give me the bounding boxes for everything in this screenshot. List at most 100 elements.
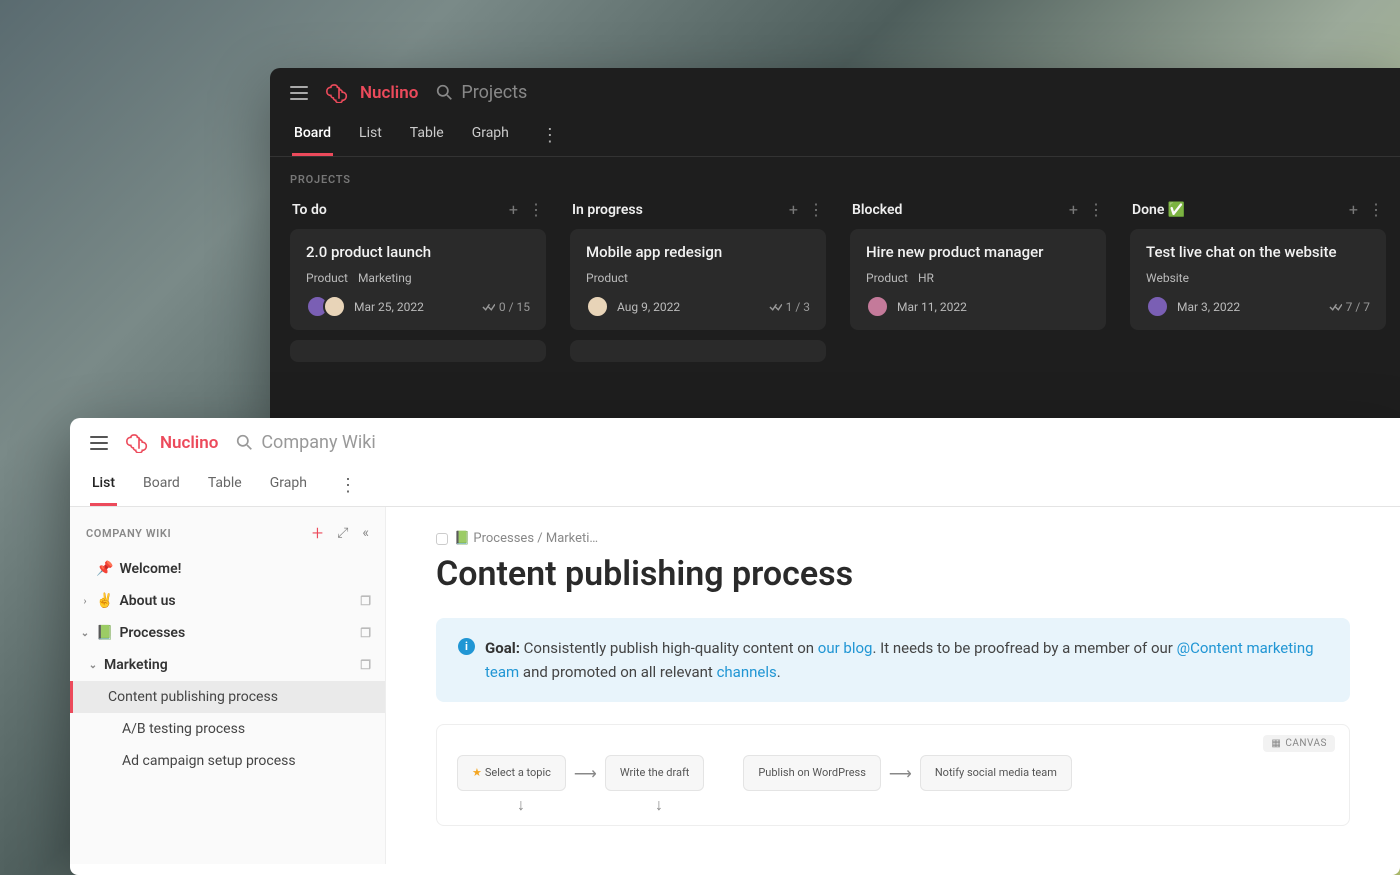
card-avatars xyxy=(306,295,346,318)
flow-node[interactable]: Publish on WordPress xyxy=(743,755,881,791)
add-card-icon[interactable]: + xyxy=(1349,200,1358,219)
page-content: 📗 Processes / Marketi… Content publishin… xyxy=(386,507,1400,864)
add-page-icon[interactable]: + xyxy=(312,521,323,545)
column-title: Blocked xyxy=(852,202,902,218)
tab-board[interactable]: Board xyxy=(141,465,182,506)
collapse-sidebar-icon[interactable]: « xyxy=(362,525,369,541)
chevron-down-icon: ⌄ xyxy=(80,628,90,639)
board-columns: To do +⋮ 2.0 product launch Product Mark… xyxy=(270,196,1400,372)
flow-node[interactable]: Write the draft xyxy=(605,755,705,791)
sidebar-item-ad-campaign[interactable]: Ad campaign setup process xyxy=(70,745,385,777)
page-title: Content publishing process xyxy=(436,554,1350,594)
canvas-block[interactable]: ▦ CANVAS ★Select a topic ⟶ Write the dra… xyxy=(436,724,1350,826)
card-title: Mobile app redesign xyxy=(586,243,810,261)
column-more-icon[interactable]: ⋮ xyxy=(528,200,544,219)
checkbox-icon[interactable] xyxy=(436,533,448,545)
sidebar-item-processes[interactable]: ⌄📗 Processes ❐ xyxy=(70,617,385,649)
arrow-down-icon: ↓ xyxy=(655,795,663,815)
tab-list[interactable]: List xyxy=(357,115,384,156)
brand-logo[interactable]: Nuclino xyxy=(326,83,418,103)
column-blocked: Blocked + ⋮ Hire new product manager Prod… xyxy=(850,196,1106,372)
dark-tabs: Board List Table Graph ⋮ xyxy=(270,111,1400,157)
brand-logo[interactable]: Nuclino xyxy=(126,433,218,453)
arrow-right-icon: ⟶ xyxy=(574,764,597,783)
card-avatars xyxy=(1146,295,1169,318)
card-avatars xyxy=(586,295,609,318)
column-title: Done ✅ xyxy=(1132,202,1185,218)
flow-node[interactable]: Notify social media team xyxy=(920,755,1072,791)
expand-icon[interactable]: ⤢ xyxy=(337,525,348,541)
card-checklist-count: 0 / 15 xyxy=(482,300,530,314)
brain-icon xyxy=(326,83,352,103)
card-title: Hire new product manager xyxy=(866,243,1090,261)
chevron-down-icon: ⌄ xyxy=(88,660,98,671)
card-date: Aug 9, 2022 xyxy=(617,300,680,314)
add-card-icon[interactable]: + xyxy=(509,200,518,219)
column-more-icon[interactable]: ⋮ xyxy=(1368,200,1384,219)
wiki-window: Nuclino Company Wiki List Board Table Gr… xyxy=(70,418,1400,875)
card-title: Test live chat on the website xyxy=(1146,243,1370,261)
card-tags: Product HR xyxy=(866,271,1090,285)
card[interactable]: Test live chat on the website Website Ma… xyxy=(1130,229,1386,330)
card-checklist-count: 1 / 3 xyxy=(769,300,810,314)
link-our-blog[interactable]: our blog xyxy=(818,639,873,657)
light-header: Nuclino Company Wiki xyxy=(70,418,1400,459)
flow-diagram: ★Select a topic ⟶ Write the draft ⟶ Publ… xyxy=(457,755,1329,791)
section-label: PROJECTS xyxy=(270,157,1400,196)
card[interactable]: Mobile app redesign Product Aug 9, 2022 … xyxy=(570,229,826,330)
brain-icon xyxy=(126,433,152,453)
tab-table[interactable]: Table xyxy=(408,115,446,156)
sidebar-item-ab-testing[interactable]: A/B testing process xyxy=(70,713,385,745)
menu-icon[interactable] xyxy=(290,86,308,100)
sidebar-tree: 📌 Welcome! ›✌️ About us ❐ ⌄📗 Processes ❐… xyxy=(70,553,385,777)
sidebar-item-marketing[interactable]: ⌄ Marketing ❐ xyxy=(70,649,385,681)
arrow-right-icon: ⟶ xyxy=(889,764,912,783)
column-title: In progress xyxy=(572,202,643,218)
copy-icon[interactable]: ❐ xyxy=(360,594,371,608)
search-icon xyxy=(236,434,253,451)
card-title: 2.0 product launch xyxy=(306,243,530,261)
add-card-icon[interactable]: + xyxy=(789,200,798,219)
card-placeholder[interactable] xyxy=(570,340,826,362)
more-icon[interactable]: ⋮ xyxy=(333,475,363,496)
search-placeholder-dark: Projects xyxy=(461,82,527,103)
copy-icon[interactable]: ❐ xyxy=(360,658,371,672)
card[interactable]: Hire new product manager Product HR Mar … xyxy=(850,229,1106,330)
canvas-badge: ▦ CANVAS xyxy=(1263,735,1335,752)
tab-graph[interactable]: Graph xyxy=(268,465,309,506)
card[interactable]: 2.0 product launch Product Marketing Mar… xyxy=(290,229,546,330)
sidebar-item-content-publishing[interactable]: Content publishing process xyxy=(70,681,385,713)
sidebar-item-about[interactable]: ›✌️ About us ❐ xyxy=(70,585,385,617)
copy-icon[interactable]: ❐ xyxy=(360,626,371,640)
card-date: Mar 11, 2022 xyxy=(897,300,967,314)
card-tags: Product xyxy=(586,271,810,285)
tab-list[interactable]: List xyxy=(90,465,117,506)
card-date: Mar 3, 2022 xyxy=(1177,300,1240,314)
link-channels[interactable]: channels xyxy=(717,663,777,681)
tab-table[interactable]: Table xyxy=(206,465,244,506)
column-more-icon[interactable]: ⋮ xyxy=(808,200,824,219)
breadcrumb[interactable]: 📗 Processes / Marketi… xyxy=(436,531,1350,546)
goal-callout: i Goal: Consistently publish high-qualit… xyxy=(436,618,1350,702)
search-dark[interactable]: Projects xyxy=(436,82,527,103)
tab-board[interactable]: Board xyxy=(292,115,333,156)
flow-node[interactable]: ★Select a topic xyxy=(457,755,566,791)
brand-name: Nuclino xyxy=(360,83,418,103)
menu-icon[interactable] xyxy=(90,436,108,450)
chevron-right-icon: › xyxy=(80,596,90,607)
add-card-icon[interactable]: + xyxy=(1069,200,1078,219)
search-light[interactable]: Company Wiki xyxy=(236,432,375,453)
light-tabs: List Board Table Graph ⋮ xyxy=(70,459,1400,507)
star-icon: ★ xyxy=(472,766,482,779)
tab-graph[interactable]: Graph xyxy=(470,115,511,156)
card-placeholder[interactable] xyxy=(290,340,546,362)
sidebar-item-welcome[interactable]: 📌 Welcome! xyxy=(70,553,385,585)
column-in-progress: In progress + ⋮ Mobile app redesign Produ… xyxy=(570,196,826,372)
search-placeholder-light: Company Wiki xyxy=(261,432,375,453)
column-done: Done ✅ + ⋮ Test live chat on the website … xyxy=(1130,196,1386,372)
brand-name: Nuclino xyxy=(160,433,218,453)
column-more-icon[interactable]: ⋮ xyxy=(1088,200,1104,219)
more-icon[interactable]: ⋮ xyxy=(535,125,565,146)
column-todo: To do +⋮ 2.0 product launch Product Mark… xyxy=(290,196,546,372)
sidebar: COMPANY WIKI + ⤢ « 📌 Welcome! ›✌️ About … xyxy=(70,507,386,864)
